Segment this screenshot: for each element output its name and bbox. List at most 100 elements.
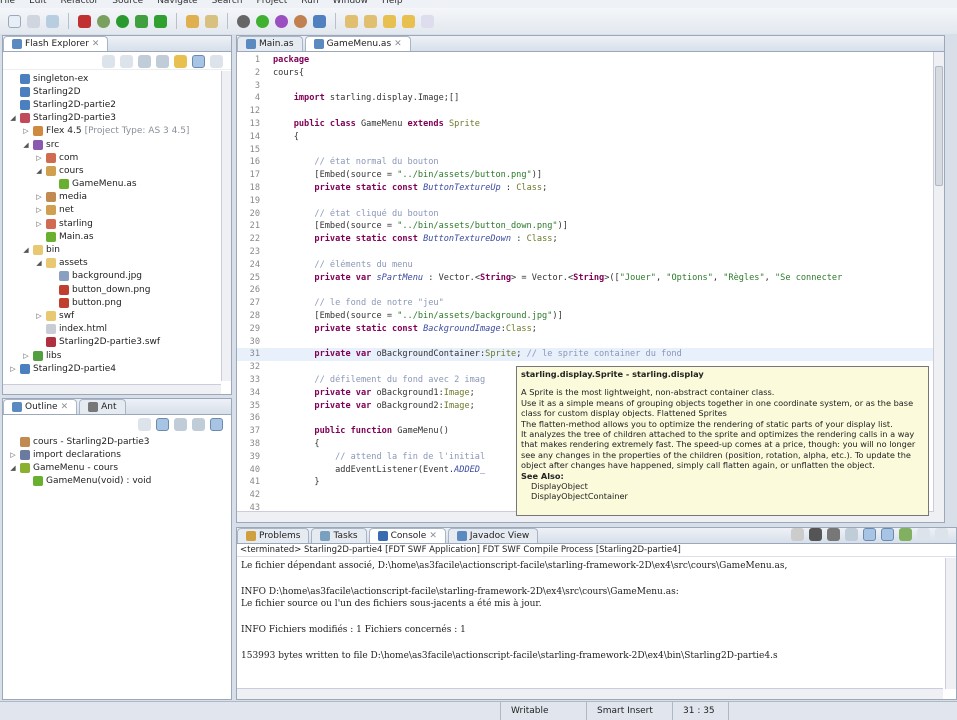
- debug-icon[interactable]: [78, 14, 91, 28]
- close-icon[interactable]: ✕: [92, 39, 100, 49]
- tree-item[interactable]: singleton-ex: [9, 72, 231, 85]
- menu-item-search[interactable]: Search: [212, 0, 243, 6]
- sort-icon[interactable]: [138, 418, 151, 431]
- code-line[interactable]: 18 private static const ButtonTextureUp …: [237, 182, 934, 195]
- scroll-thumb[interactable]: [935, 66, 943, 186]
- hide-fields-icon[interactable]: [156, 418, 169, 431]
- see-also-link[interactable]: DisplayObject: [521, 481, 924, 491]
- expand-toggle-icon[interactable]: ▷: [22, 352, 30, 360]
- explorer-hscrollbar[interactable]: [3, 384, 221, 394]
- code-line[interactable]: 30: [237, 336, 934, 349]
- tree-item[interactable]: ▷ net: [9, 204, 231, 217]
- forward-icon[interactable]: [120, 55, 133, 68]
- tree-item[interactable]: GameMenu.as: [9, 178, 231, 191]
- run-icon[interactable]: [116, 14, 129, 28]
- expand-toggle-icon[interactable]: ◢: [22, 246, 30, 254]
- forward-icon[interactable]: [402, 14, 415, 28]
- code-line[interactable]: 25 private var sPartMenu : Vector.<Strin…: [237, 272, 934, 285]
- expand-toggle-icon[interactable]: ◢: [35, 259, 43, 267]
- tree-item[interactable]: ◢ bin: [9, 243, 231, 256]
- back-icon[interactable]: [383, 14, 396, 28]
- tree-item[interactable]: cours - Starling2D-partie3: [9, 435, 231, 448]
- expand-toggle-icon[interactable]: ▷: [9, 365, 17, 373]
- code-line[interactable]: 29 private static const BackgroundImage:…: [237, 323, 934, 336]
- expand-toggle-icon[interactable]: ▷: [35, 312, 43, 320]
- tab-main-as[interactable]: Main.as: [237, 36, 303, 51]
- close-icon[interactable]: ✕: [394, 39, 402, 49]
- print-icon[interactable]: [46, 14, 59, 28]
- code-line[interactable]: 19: [237, 195, 934, 208]
- pin-console-icon[interactable]: [899, 528, 912, 541]
- close-icon[interactable]: ✕: [61, 402, 69, 412]
- expand-toggle-icon[interactable]: ▷: [35, 154, 43, 162]
- menu-item-source[interactable]: Source: [112, 0, 143, 6]
- display-console-icon[interactable]: [917, 528, 930, 541]
- tree-item[interactable]: Starling2D-partie2: [9, 98, 231, 111]
- expand-all-icon[interactable]: [138, 55, 151, 68]
- menu-item-edit[interactable]: Edit: [29, 0, 46, 6]
- tree-item[interactable]: ◢ Starling2D-partie3: [9, 112, 231, 125]
- code-line[interactable]: 1 package: [237, 54, 934, 67]
- code-line[interactable]: 31 private var oBackgroundContainer:Spri…: [237, 348, 934, 362]
- menu-item-run[interactable]: Run: [301, 0, 318, 6]
- expand-toggle-icon[interactable]: ◢: [35, 167, 43, 175]
- remove-all-icon[interactable]: [827, 528, 840, 541]
- expand-toggle-icon[interactable]: ▷: [35, 206, 43, 214]
- editor-scrollbar[interactable]: [933, 52, 944, 522]
- console-hscrollbar[interactable]: [237, 688, 943, 699]
- code-line[interactable]: 13 public class GameMenu extends Sprite: [237, 118, 934, 131]
- tab-javadoc-view[interactable]: Javadoc View: [447, 528, 539, 543]
- code-line[interactable]: 20 // état cliqué du bouton: [237, 208, 934, 221]
- code-line[interactable]: 21 [Embed(source = "../bin/assets/button…: [237, 220, 934, 233]
- tree-item[interactable]: ▷ libs: [9, 349, 231, 362]
- code-line[interactable]: 4 import starling.display.Image;[]: [237, 92, 934, 105]
- clear-console-icon[interactable]: [845, 528, 858, 541]
- code-line[interactable]: 15: [237, 144, 934, 157]
- code-line[interactable]: 12: [237, 105, 934, 118]
- tree-item[interactable]: ▷ starling: [9, 217, 231, 230]
- menu-item-project[interactable]: Project: [256, 0, 287, 6]
- tree-item[interactable]: ◢ GameMenu - cours: [9, 461, 231, 474]
- expand-toggle-icon[interactable]: ▷: [22, 127, 30, 135]
- menu-item-refactor[interactable]: Refactor: [61, 0, 99, 6]
- tree-view-icon[interactable]: [192, 55, 205, 68]
- explorer-scrollbar[interactable]: [221, 71, 231, 381]
- last-edit-icon[interactable]: [421, 14, 434, 28]
- code-line[interactable]: 17 [Embed(source = "../bin/assets/button…: [237, 169, 934, 182]
- stop-icon[interactable]: [237, 14, 250, 28]
- tree-item[interactable]: ▷ com: [9, 151, 231, 164]
- expand-toggle-icon[interactable]: ◢: [9, 464, 17, 472]
- code-line[interactable]: 2 cours{: [237, 67, 934, 80]
- menu-item-help[interactable]: Help: [382, 0, 403, 6]
- console-scrollbar[interactable]: [945, 558, 956, 689]
- tab-flash-explorer[interactable]: Flash Explorer ✕: [3, 36, 109, 51]
- word-wrap-icon[interactable]: [881, 528, 894, 541]
- console-output[interactable]: Le fichier dépendant associé, D:\home\as…: [237, 557, 943, 687]
- tab-gamemenu-as[interactable]: GameMenu.as ✕: [304, 36, 411, 51]
- collapse-all-icon[interactable]: [156, 55, 169, 68]
- list-view-icon[interactable]: [210, 55, 223, 68]
- tree-item[interactable]: Starling2D: [9, 85, 231, 98]
- new-icon[interactable]: [8, 14, 21, 28]
- expand-toggle-icon[interactable]: ◢: [22, 141, 30, 149]
- code-line[interactable]: 22 private static const ButtonTextureDow…: [237, 233, 934, 246]
- tab-ant[interactable]: Ant: [79, 399, 126, 414]
- tree-item[interactable]: ▷ swf: [9, 309, 231, 322]
- open-console-icon[interactable]: [935, 528, 948, 541]
- tree-item[interactable]: button_down.png: [9, 283, 231, 296]
- green-circle-icon[interactable]: [256, 14, 269, 28]
- back-icon[interactable]: [102, 55, 115, 68]
- window-icon[interactable]: [313, 14, 326, 28]
- code-line[interactable]: 23: [237, 246, 934, 259]
- tab-outline[interactable]: Outline ✕: [3, 399, 78, 414]
- code-line[interactable]: 14 {: [237, 131, 934, 144]
- code-line[interactable]: 3: [237, 80, 934, 93]
- pin-icon[interactable]: [205, 14, 218, 28]
- tree-item[interactable]: Main.as: [9, 230, 231, 243]
- menu-item-navigate[interactable]: Navigate: [157, 0, 197, 6]
- code-line[interactable]: 27 // le fond de notre "jeu": [237, 297, 934, 310]
- tree-item[interactable]: index.html: [9, 323, 231, 336]
- tree-item[interactable]: ▷ import declarations: [9, 448, 231, 461]
- tree-item[interactable]: button.png: [9, 296, 231, 309]
- code-line[interactable]: 16 // état normal du bouton: [237, 156, 934, 169]
